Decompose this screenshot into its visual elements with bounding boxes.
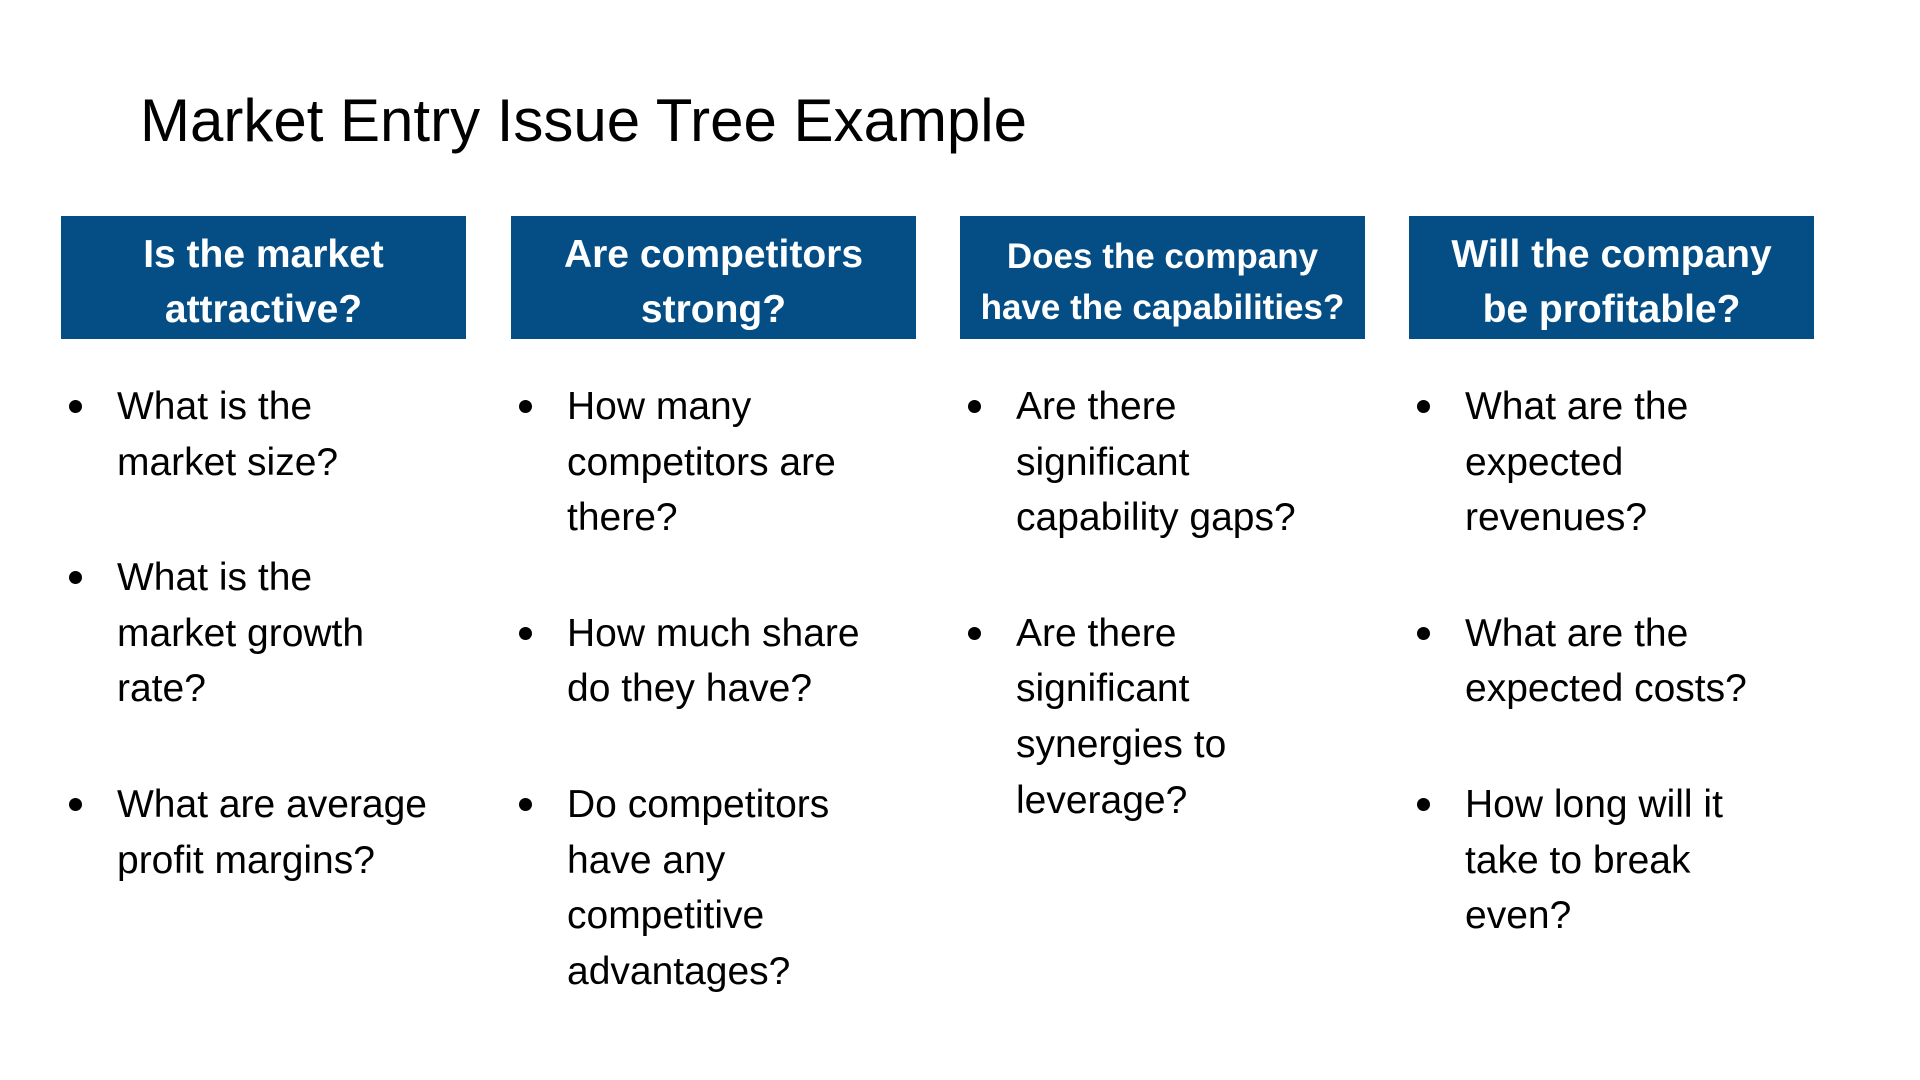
sub-question-line: What is the	[117, 385, 313, 428]
sub-question-item: Are there significant synergies to lever…	[960, 606, 1390, 828]
slide-title: Market Entry Issue Tree Example	[140, 87, 1027, 154]
bullet-icon	[1417, 797, 1430, 811]
issue-header-line: Does the company	[1006, 237, 1319, 276]
sub-question-line: market size?	[117, 440, 339, 484]
sub-question-list: Are there significant capability gaps? A…	[960, 379, 1390, 888]
bullet-icon	[69, 797, 82, 811]
bullet-icon	[69, 400, 82, 413]
sub-question-line: take to break	[1465, 838, 1691, 882]
sub-question-line: expected	[1465, 440, 1624, 484]
bullet-icon	[519, 797, 532, 811]
sub-question-line: competitors are	[567, 440, 836, 484]
issue-column-market-attractiveness: Is the market attractive? What is the ma…	[61, 216, 466, 882]
sub-question-line: have any	[567, 838, 726, 882]
issue-header-line: have the capabilities?	[980, 288, 1345, 327]
issue-header-line: Are competitors	[563, 233, 864, 276]
sub-question-item: What are average profit margins?	[61, 777, 491, 888]
sub-question-item: How many competitors are there?	[511, 379, 941, 546]
sub-question-line: significant	[1016, 667, 1190, 711]
sub-question-line: Are there	[1016, 385, 1177, 428]
sub-question-line: revenues?	[1465, 496, 1648, 540]
issue-header-line: Will the company	[1451, 233, 1772, 276]
sub-question-line: How many	[567, 385, 752, 428]
sub-question-line: there?	[567, 496, 678, 540]
issue-header: Are competitors strong?	[511, 216, 916, 339]
sub-question-line: expected costs?	[1465, 667, 1747, 711]
sub-question-item: What is the market growth rate?	[61, 550, 491, 717]
issue-header-line: strong?	[640, 288, 787, 331]
sub-question-list: What are the expected revenues? What are…	[1409, 379, 1839, 1004]
sub-question-line: What is the	[117, 556, 313, 600]
sub-question-item: What are the expected revenues?	[1409, 379, 1839, 546]
sub-question-line: rate?	[117, 667, 206, 711]
sub-question-item: How long will it take to break even?	[1409, 777, 1839, 944]
sub-question-line: How much share	[567, 611, 860, 655]
issue-column-competition: Are competitors strong? How many competi…	[511, 216, 916, 993]
bullet-icon	[519, 400, 532, 413]
sub-question-line: advantages?	[567, 949, 791, 993]
sub-question-item: Are there significant capability gaps?	[960, 379, 1390, 546]
bullet-icon	[519, 626, 532, 640]
sub-question-line: capability gaps?	[1016, 496, 1296, 540]
sub-question-item: What are the expected costs?	[1409, 606, 1839, 717]
sub-question-item: Do competitors have any competitive adva…	[511, 777, 941, 999]
sub-question-line: leverage?	[1016, 778, 1188, 822]
issue-header: Is the market attractive?	[61, 216, 466, 339]
sub-question-line: synergies to	[1016, 722, 1227, 766]
issue-header: Will the company be profitable?	[1409, 216, 1814, 339]
issue-column-capabilities: Does the company have the capabilities? …	[960, 216, 1365, 822]
issue-header: Does the company have the capabilities?	[960, 216, 1365, 339]
bullet-icon	[968, 400, 981, 413]
sub-question-list: How many competitors are there? How much…	[511, 379, 941, 1059]
sub-question-line: do they have?	[567, 667, 813, 711]
issue-column-profitability: Will the company be profitable? What are…	[1409, 216, 1814, 937]
sub-question-list: What is the market size? What is the mar…	[61, 379, 491, 948]
issue-header-line: attractive?	[164, 288, 363, 331]
bullet-icon	[968, 626, 981, 640]
sub-question-line: What are average	[117, 782, 428, 826]
sub-question-item: What is the market size?	[61, 379, 491, 490]
sub-question-line: What are the	[1465, 611, 1689, 655]
issue-header-line: Is the market	[143, 233, 384, 276]
sub-question-line: Are there	[1016, 611, 1177, 655]
sub-question-line: Do competitors	[567, 782, 830, 826]
bullet-icon	[1417, 626, 1430, 640]
sub-question-line: market growth	[117, 611, 365, 655]
sub-question-line: competitive	[567, 894, 765, 938]
sub-question-line: profit margins?	[117, 838, 375, 882]
bullet-icon	[1417, 400, 1430, 413]
sub-question-item: How much share do they have?	[511, 606, 941, 717]
sub-question-line: How long will it	[1465, 782, 1723, 826]
issue-header-line: be profitable?	[1482, 288, 1741, 331]
sub-question-line: even?	[1465, 894, 1572, 938]
sub-question-line: What are the	[1465, 385, 1689, 428]
bullet-icon	[69, 571, 82, 585]
sub-question-line: significant	[1016, 440, 1190, 484]
